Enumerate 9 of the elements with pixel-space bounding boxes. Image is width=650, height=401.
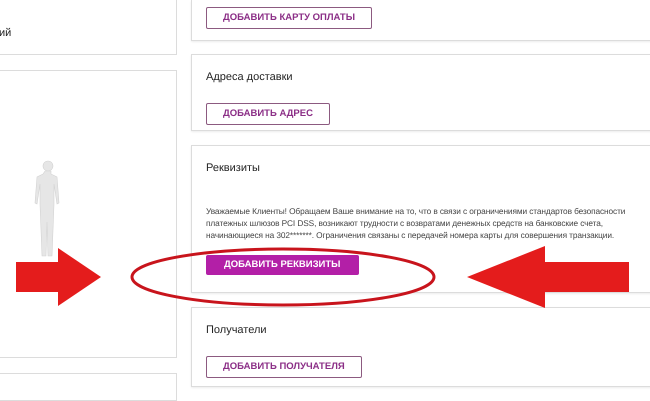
section-title: Реквизиты (206, 161, 261, 176)
add-button[interactable]: ДОБАВИТЬ АДРЕС (206, 102, 330, 125)
section-title: Получатели (206, 323, 268, 338)
add-button[interactable]: ДОБАВИТЬ ПОЛУЧАТЕЛЯ (206, 356, 362, 378)
add-button[interactable]: ДОБАВИТЬ РЕКВИЗИТЫ (206, 254, 358, 275)
notice-text: Уважаемые Клиенты! Обращаем Ваше внимание на то, что в связи с ограничениями стандартов безопасности платежных шлюзов PCI DSS, возникают трудности с возвратами денежных средств на банковские счета, начинающиеся на 302*******. Ограничения связаны с передачей номера карты для совершения транзакции. (206, 204, 626, 240)
profile-text: ий (0, 26, 12, 41)
section-title: Адреса доставки (206, 70, 294, 85)
add-button[interactable]: ДОБАВИТЬ КАРТУ ОПЛАТЫ (206, 7, 372, 30)
